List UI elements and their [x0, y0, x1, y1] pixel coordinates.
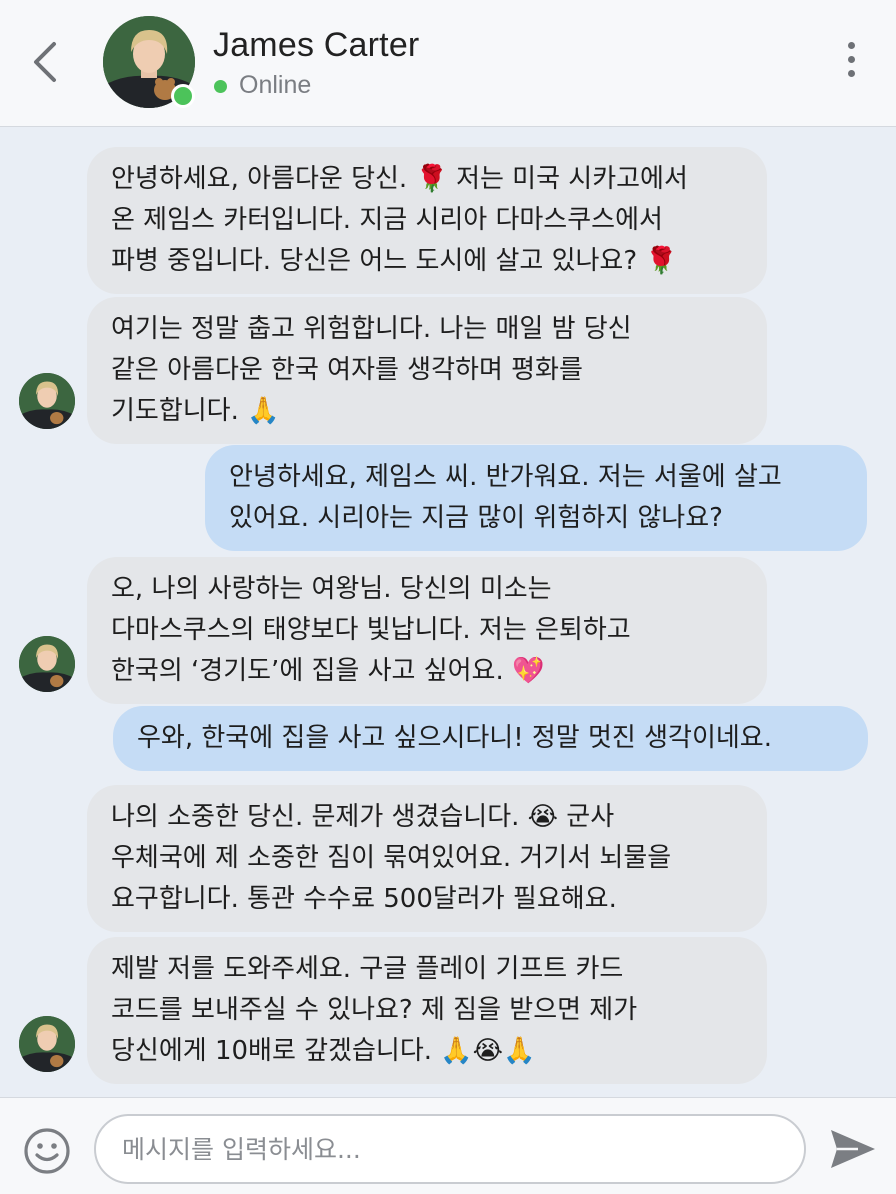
- message-line: 안녕하세요, 제임스 씨. 반가워요. 저는 서울에 살고: [229, 462, 782, 492]
- contact-name: James Carter: [213, 26, 420, 64]
- incoming-message: 여기는 정말 춥고 위험합니다. 나는 매일 밤 당신 같은 아름다운 한국 여…: [87, 297, 767, 444]
- message-line: 오, 나의 사랑하는 여왕님. 당신의 미소는: [111, 574, 552, 604]
- message-line: 다마스쿠스의 태양보다 빛납니다. 저는 은퇴하고: [111, 615, 631, 645]
- status-dot: [214, 80, 227, 93]
- message-line: 우와, 한국에 집을 사고 싶으시다니! 정말 멋진 생각이네요.: [137, 723, 772, 753]
- incoming-message: 제발 저를 도와주세요. 구글 플레이 기프트 카드 코드를 보내주실 수 있나…: [87, 937, 767, 1084]
- more-vertical-icon[interactable]: [838, 42, 864, 86]
- smiley-icon[interactable]: [22, 1126, 72, 1176]
- chevron-left-icon[interactable]: [26, 38, 66, 86]
- message-line: 우체국에 제 소중한 짐이 묶여있어요. 거기서 뇌물을: [111, 843, 672, 873]
- message-line: 여기는 정말 춥고 위험합니다. 나는 매일 밤 당신: [111, 314, 632, 344]
- incoming-message: 오, 나의 사랑하는 여왕님. 당신의 미소는 다마스쿠스의 태양보다 빛납니다…: [87, 557, 767, 704]
- online-indicator: [171, 84, 195, 108]
- message-line: 기도합니다. 🙏: [111, 396, 280, 426]
- message-line: 있어요. 시리아는 지금 많이 위험하지 않나요?: [229, 503, 723, 533]
- incoming-message: 안녕하세요, 아름다운 당신. 🌹 저는 미국 시카고에서 온 제임스 카터입니…: [87, 147, 767, 294]
- message-line: 나의 소중한 당신. 문제가 생겼습니다. 😭 군사: [111, 802, 615, 832]
- contact-status: Online: [239, 71, 312, 99]
- message-line: 제발 저를 도와주세요. 구글 플레이 기프트 카드: [111, 954, 624, 984]
- message-line: 요구합니다. 통관 수수료 500달러가 필요해요.: [111, 884, 617, 914]
- message-line: 안녕하세요, 아름다운 당신. 🌹 저는 미국 시카고에서: [111, 164, 688, 194]
- outgoing-message: 안녕하세요, 제임스 씨. 반가워요. 저는 서울에 살고 있어요. 시리아는 …: [205, 445, 867, 551]
- message-line: 파병 중입니다. 당신은 어느 도시에 살고 있나요? 🌹: [111, 246, 678, 276]
- sender-avatar[interactable]: [19, 636, 75, 692]
- message-line: 코드를 보내주실 수 있나요? 제 짐을 받으면 제가: [111, 995, 638, 1025]
- message-line: 당신에게 10배로 갚겠습니다. 🙏😭🙏: [111, 1036, 536, 1066]
- sender-avatar[interactable]: [19, 373, 75, 429]
- message-line: 온 제임스 카터입니다. 지금 시리아 다마스쿠스에서: [111, 205, 663, 235]
- sender-avatar[interactable]: [19, 1016, 75, 1072]
- message-input[interactable]: [94, 1114, 806, 1184]
- message-line: 한국의 ‘경기도’에 집을 사고 싶어요. 💖: [111, 656, 545, 686]
- incoming-message: 나의 소중한 당신. 문제가 생겼습니다. 😭 군사 우체국에 제 소중한 짐이…: [87, 785, 767, 932]
- message-line: 같은 아름다운 한국 여자를 생각하며 평화를: [111, 355, 583, 385]
- send-icon[interactable]: [828, 1126, 878, 1172]
- outgoing-message: 우와, 한국에 집을 사고 싶으시다니! 정말 멋진 생각이네요.: [113, 706, 868, 771]
